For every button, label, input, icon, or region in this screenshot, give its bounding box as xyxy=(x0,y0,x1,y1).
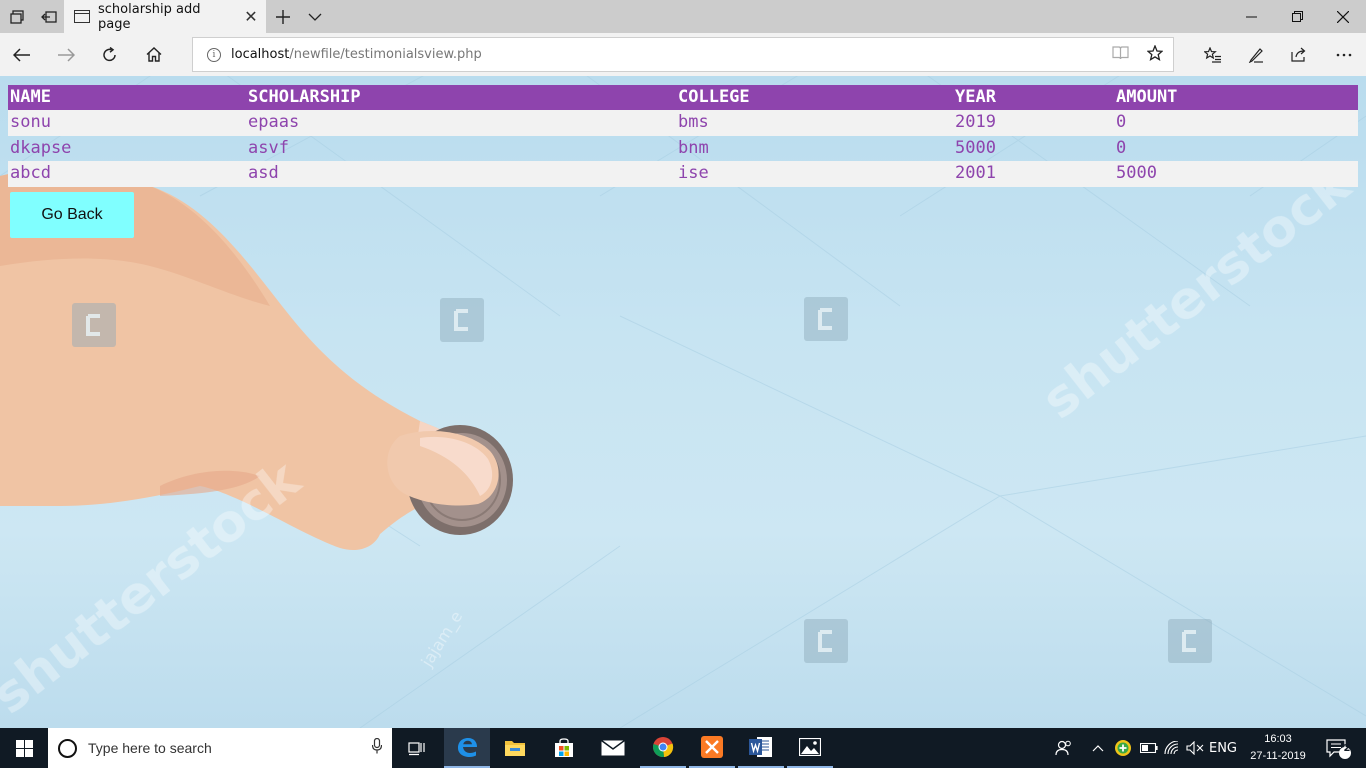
cell-scholarship: epaas xyxy=(246,110,676,136)
photos-icon[interactable] xyxy=(787,728,833,768)
table-row: abcd asd ise 2001 5000 xyxy=(8,161,1358,187)
notification-count-badge: 2 xyxy=(1343,743,1351,754)
security-status-icon[interactable] xyxy=(1112,728,1134,768)
tab-manager-icon[interactable] xyxy=(0,0,33,33)
word-icon[interactable] xyxy=(738,728,784,768)
new-tab-icon[interactable] xyxy=(266,0,299,33)
tab-preview-chevron-down-icon[interactable] xyxy=(298,0,331,33)
more-options-icon[interactable] xyxy=(1324,33,1364,76)
action-center-icon[interactable]: 2 xyxy=(1318,728,1358,768)
microphone-icon[interactable] xyxy=(362,737,392,758)
windows-taskbar: Type here to search ENG 16:03 27-11-2019… xyxy=(0,728,1366,768)
table-row: dkapse asvf bnm 5000 0 xyxy=(8,136,1358,162)
tab-scholarship-add-page[interactable]: scholarship add page ✕ xyxy=(64,0,266,33)
cell-year: 2019 xyxy=(953,110,1114,136)
cell-name: sonu xyxy=(8,110,246,136)
page-icon xyxy=(74,10,90,23)
clock-time: 16:03 xyxy=(1264,733,1292,745)
set-tabs-aside-icon[interactable] xyxy=(32,0,65,33)
close-window-icon[interactable] xyxy=(1320,0,1366,33)
input-language[interactable]: ENG xyxy=(1206,728,1240,768)
wifi-icon[interactable] xyxy=(1162,728,1184,768)
cell-amount: 0 xyxy=(1114,110,1358,136)
scholarship-table: NAME SCHOLARSHIP COLLEGE YEAR AMOUNT son… xyxy=(8,85,1358,187)
go-back-button[interactable]: Go Back xyxy=(10,192,134,238)
search-placeholder: Type here to search xyxy=(88,740,212,756)
web-note-pen-icon[interactable] xyxy=(1236,33,1276,76)
url-path: /newfile/testimonialsview.php xyxy=(289,47,482,62)
page-content: shutterstock shutterstock jajam_e NAME S… xyxy=(0,76,1366,728)
browser-nav-bar: i localhost/newfile/testimonialsview.php xyxy=(0,33,1366,76)
home-icon[interactable] xyxy=(134,33,174,76)
mail-icon[interactable] xyxy=(590,728,636,768)
favorites-hub-icon[interactable] xyxy=(1193,33,1233,76)
column-header-year: YEAR xyxy=(953,85,1114,110)
share-icon[interactable] xyxy=(1279,33,1319,76)
author-watermark: jajam_e xyxy=(417,608,467,672)
people-icon[interactable] xyxy=(1050,728,1078,768)
show-hidden-icons-chevron-up-icon[interactable] xyxy=(1088,728,1108,768)
edge-browser-icon[interactable] xyxy=(444,728,490,768)
close-tab-icon[interactable]: ✕ xyxy=(236,7,266,26)
microsoft-store-icon[interactable] xyxy=(541,728,587,768)
cell-scholarship: asvf xyxy=(248,137,289,158)
site-info-icon[interactable]: i xyxy=(207,47,221,62)
minimize-icon[interactable] xyxy=(1228,0,1274,33)
cell-amount: 0 xyxy=(1116,137,1127,158)
column-header-name: NAME xyxy=(8,85,246,110)
cell-name: dkapse xyxy=(10,137,72,158)
forward-arrow-icon[interactable] xyxy=(46,33,86,76)
table-row: sonu epaas bms 2019 0 xyxy=(8,110,1358,136)
cell-year: 5000 xyxy=(955,137,996,158)
windows-logo-icon xyxy=(15,739,33,757)
clock-date: 27-11-2019 xyxy=(1250,750,1306,762)
taskbar-search-box[interactable]: Type here to search xyxy=(48,728,392,768)
cell-year: 2001 xyxy=(953,161,1114,187)
volume-muted-icon[interactable] xyxy=(1184,728,1206,768)
cell-college: bms xyxy=(676,110,953,136)
cell-amount: 5000 xyxy=(1114,161,1358,187)
file-explorer-icon[interactable] xyxy=(492,728,538,768)
cell-scholarship: asd xyxy=(246,161,676,187)
column-header-scholarship: SCHOLARSHIP xyxy=(246,85,676,110)
restore-icon[interactable] xyxy=(1274,0,1320,33)
column-header-college: COLLEGE xyxy=(676,85,953,110)
cell-name: abcd xyxy=(8,161,246,187)
tab-title: scholarship add page xyxy=(98,1,201,32)
xampp-icon[interactable] xyxy=(689,728,735,768)
refresh-icon[interactable] xyxy=(90,33,130,76)
cortana-icon xyxy=(58,738,77,758)
browser-tab-bar: scholarship add page ✕ xyxy=(0,0,1366,33)
address-bar[interactable]: i localhost/newfile/testimonialsview.php xyxy=(192,37,1174,72)
task-view-icon[interactable] xyxy=(394,728,440,768)
column-header-amount: AMOUNT xyxy=(1114,85,1358,110)
url-host: localhost xyxy=(231,47,290,62)
back-arrow-icon[interactable] xyxy=(2,33,42,76)
cell-college: ise xyxy=(676,161,953,187)
battery-icon[interactable] xyxy=(1138,728,1160,768)
reading-view-icon[interactable] xyxy=(1112,45,1129,64)
favorite-star-icon[interactable] xyxy=(1146,43,1164,65)
shutterstock-watermark-right: shutterstock xyxy=(1031,154,1363,432)
system-clock[interactable]: 16:03 27-11-2019 xyxy=(1240,731,1316,765)
chrome-icon[interactable] xyxy=(640,728,686,768)
start-button[interactable] xyxy=(0,728,48,768)
table-header-row: NAME SCHOLARSHIP COLLEGE YEAR AMOUNT xyxy=(8,85,1358,110)
cell-college: bnm xyxy=(678,137,709,158)
